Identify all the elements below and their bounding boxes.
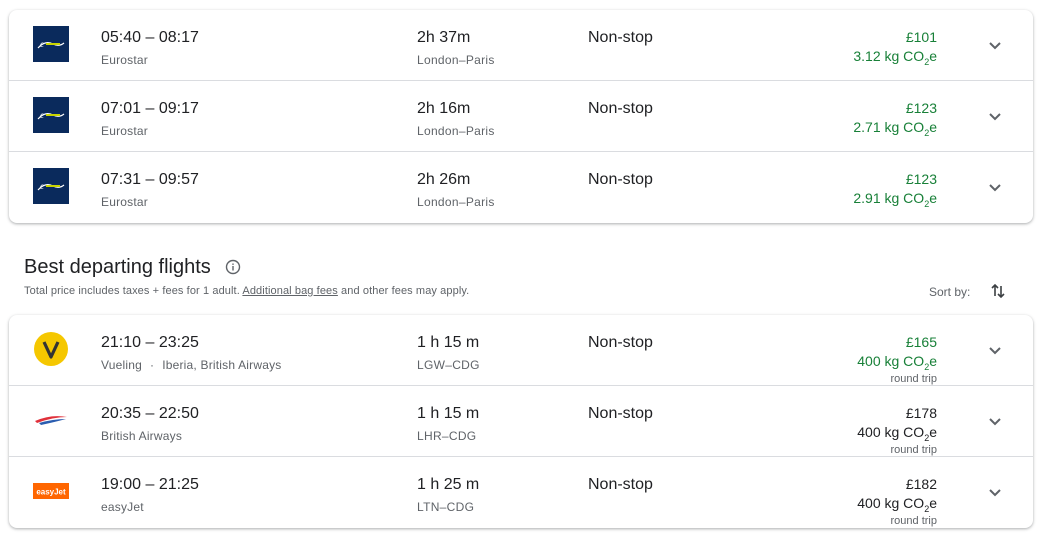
- flight-route: London–Paris: [417, 124, 495, 138]
- emissions-value: 400 kg CO: [857, 424, 925, 440]
- expand-chevron-icon[interactable]: [985, 482, 1005, 502]
- result-row[interactable]: easyJet 19:00 – 21:25 easyJet 1 h 25 m L…: [9, 457, 1033, 528]
- emissions-value: 3.12 kg CO: [853, 48, 925, 64]
- emissions-value: 2.91 kg CO: [853, 190, 925, 206]
- emissions: 400 kg CO2e: [857, 353, 937, 372]
- bag-fees-link[interactable]: Additional bag fees: [242, 285, 337, 297]
- svg-text:e: e: [40, 110, 44, 120]
- carrier-name: Eurostar: [101, 53, 148, 67]
- result-row[interactable]: e 07:31 – 09:57 Eurostar 2h 26m London–P…: [9, 152, 1033, 223]
- emissions-suffix: e: [929, 119, 937, 135]
- section-title: Best departing flights: [24, 256, 211, 278]
- british-airways-logo: [33, 402, 69, 438]
- flight-route: London–Paris: [417, 195, 495, 209]
- emissions-value: 400 kg CO: [857, 353, 925, 369]
- trip-type: round trip: [890, 444, 937, 456]
- result-row[interactable]: e 05:40 – 08:17 Eurostar 2h 37m London–P…: [9, 10, 1033, 81]
- stops-info: Non-stop: [588, 334, 653, 351]
- price-disclaimer: Total price includes taxes + fees for 1 …: [24, 285, 469, 297]
- stops-info: Non-stop: [588, 405, 653, 422]
- flight-times: 21:10 – 23:25: [101, 334, 199, 351]
- emissions: 3.12 kg CO2e: [853, 48, 937, 67]
- emissions-value: 2.71 kg CO: [853, 119, 925, 135]
- price: £182: [905, 476, 937, 492]
- eurostar-logo: e: [33, 26, 69, 62]
- flight-duration: 1 h 15 m: [417, 334, 480, 351]
- emissions-suffix: e: [929, 190, 937, 206]
- price: £178: [905, 405, 937, 421]
- svg-text:e: e: [40, 181, 44, 191]
- emissions: 400 kg CO2e: [857, 495, 937, 514]
- best-departing-card: 21:10 – 23:25 Vueling · Iberia, British Ai…: [9, 315, 1033, 528]
- flight-times: 19:00 – 21:25: [101, 476, 199, 493]
- eurostar-logo: e: [33, 97, 69, 133]
- result-row[interactable]: 21:10 – 23:25 Vueling · Iberia, British Ai…: [9, 315, 1033, 386]
- info-icon[interactable]: [225, 259, 241, 275]
- expand-chevron-icon[interactable]: [985, 340, 1005, 360]
- svg-text:e: e: [40, 39, 44, 49]
- price: £165: [905, 334, 937, 350]
- flight-duration: 2h 37m: [417, 29, 471, 46]
- carrier-primary: Vueling: [101, 358, 142, 372]
- carrier-name: Vueling · Iberia, British Airways: [101, 358, 282, 372]
- emissions-suffix: e: [929, 495, 937, 511]
- expand-chevron-icon[interactable]: [985, 35, 1005, 55]
- stops-info: Non-stop: [588, 100, 653, 117]
- expand-chevron-icon[interactable]: [985, 411, 1005, 431]
- stops-info: Non-stop: [588, 476, 653, 493]
- carrier-partners: Iberia, British Airways: [162, 358, 282, 372]
- carrier-name: Eurostar: [101, 195, 148, 209]
- price: £101: [905, 29, 937, 45]
- flight-duration: 2h 26m: [417, 171, 471, 188]
- flight-duration: 1 h 25 m: [417, 476, 480, 493]
- result-row[interactable]: e 07:01 – 09:17 Eurostar 2h 16m London–P…: [9, 81, 1033, 152]
- sort-label: Sort by:: [929, 285, 971, 299]
- carrier-separator: ·: [150, 358, 155, 372]
- stops-info: Non-stop: [588, 29, 653, 46]
- trip-type: round trip: [890, 373, 937, 385]
- stops-info: Non-stop: [588, 171, 653, 188]
- trip-type: round trip: [890, 515, 937, 527]
- top-results-card: e 05:40 – 08:17 Eurostar 2h 37m London–P…: [9, 10, 1033, 223]
- expand-chevron-icon[interactable]: [985, 106, 1005, 126]
- emissions-suffix: e: [929, 353, 937, 369]
- expand-chevron-icon[interactable]: [985, 177, 1005, 197]
- flight-times: 07:01 – 09:17: [101, 100, 199, 117]
- result-row[interactable]: 20:35 – 22:50 British Airways 1 h 15 m L…: [9, 386, 1033, 457]
- carrier-name: Eurostar: [101, 124, 148, 138]
- flight-duration: 1 h 15 m: [417, 405, 480, 422]
- price: £123: [905, 100, 937, 116]
- flight-duration: 2h 16m: [417, 100, 471, 117]
- flight-times: 20:35 – 22:50: [101, 405, 199, 422]
- eurostar-logo: e: [33, 168, 69, 204]
- flight-route: London–Paris: [417, 53, 495, 67]
- easyjet-logo: easyJet: [33, 473, 69, 509]
- flight-route: LHR–CDG: [417, 429, 477, 443]
- price: £123: [905, 171, 937, 187]
- disclaimer-text-end: and other fees may apply.: [337, 285, 470, 297]
- flight-times: 07:31 – 09:57: [101, 171, 199, 188]
- emissions: 400 kg CO2e: [857, 424, 937, 443]
- emissions: 2.91 kg CO2e: [853, 190, 937, 209]
- emissions: 2.71 kg CO2e: [853, 119, 937, 138]
- emissions-suffix: e: [929, 48, 937, 64]
- flight-times: 05:40 – 08:17: [101, 29, 199, 46]
- sort-icon[interactable]: [988, 281, 1008, 301]
- carrier-name: British Airways: [101, 429, 183, 443]
- carrier-name: easyJet: [101, 500, 144, 514]
- flight-route: LGW–CDG: [417, 358, 480, 372]
- emissions-value: 400 kg CO: [857, 495, 925, 511]
- emissions-suffix: e: [929, 424, 937, 440]
- disclaimer-text: Total price includes taxes + fees for 1 …: [24, 285, 243, 297]
- vueling-logo: [33, 331, 69, 367]
- flight-route: LTN–CDG: [417, 500, 475, 514]
- easyjet-logo-text: easyJet: [36, 488, 66, 497]
